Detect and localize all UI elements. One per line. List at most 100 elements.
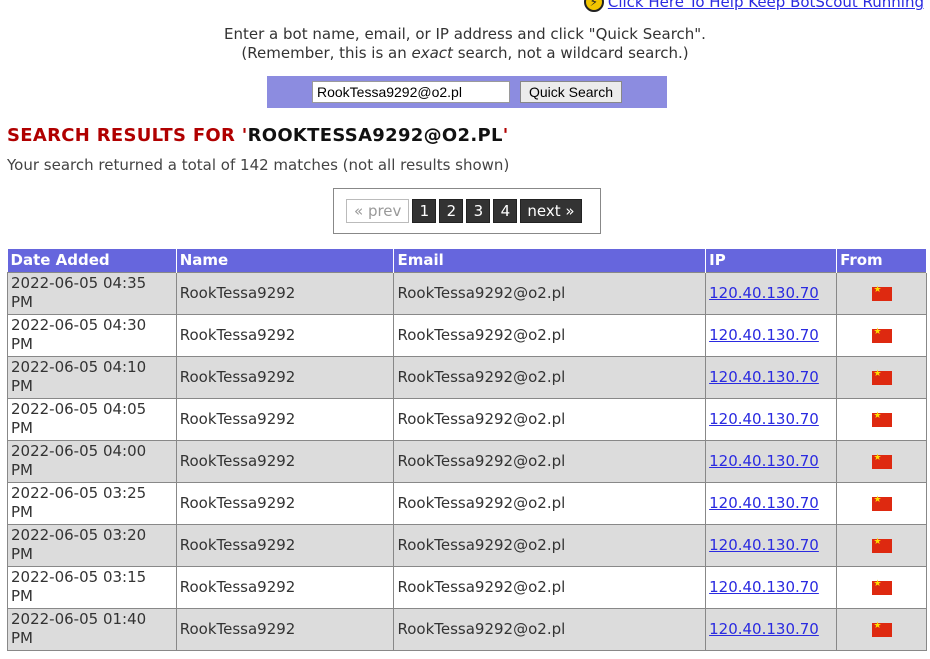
cell-ip: 120.40.130.70 xyxy=(705,439,838,483)
page-1-button[interactable]: 1 xyxy=(412,199,437,223)
instructions-line-2-end: search, not a wildcard search.) xyxy=(452,44,689,62)
instructions-line-1: Enter a bot name, email, or IP address a… xyxy=(224,25,706,43)
header-ip[interactable]: IP xyxy=(705,249,838,272)
ip-link[interactable]: 120.40.130.70 xyxy=(709,452,819,470)
instructions-line-2-start: (Remember, this is an xyxy=(241,44,412,62)
china-flag-icon xyxy=(871,579,892,595)
china-flag-icon xyxy=(871,453,892,469)
table-row: 2022-06-05 01:40 PM RookTessa9292 RookTess… xyxy=(7,607,927,651)
table-row: 2022-06-05 03:25 PM RookTessa9292 RookTess… xyxy=(7,481,927,525)
cell-from xyxy=(836,271,927,315)
pagination: « prev 1 2 3 4 next » xyxy=(333,188,601,234)
cell-from xyxy=(836,439,927,483)
quick-search-button[interactable]: Quick Search xyxy=(519,81,623,103)
page-4-button[interactable]: 4 xyxy=(493,199,518,223)
cell-date-added: 2022-06-05 03:25 PM xyxy=(7,481,177,525)
ip-link[interactable]: 120.40.130.70 xyxy=(709,326,819,344)
china-flag-icon xyxy=(871,369,892,385)
cell-name: RookTessa9292 xyxy=(175,481,395,525)
search-instructions: Enter a bot name, email, or IP address a… xyxy=(0,25,930,63)
results-title-query: ROOKTESSA9292@O2.PL xyxy=(247,125,503,146)
results-table: Date Added Name Email IP From 2022-06-05… xyxy=(7,249,927,651)
cell-name: RookTessa9292 xyxy=(175,439,395,483)
cell-email: RookTessa9292@o2.pl xyxy=(393,313,707,357)
header-date-added[interactable]: Date Added xyxy=(7,249,177,272)
cell-email: RookTessa9292@o2.pl xyxy=(393,355,707,399)
china-flag-icon xyxy=(871,621,892,637)
page-2-button[interactable]: 2 xyxy=(439,199,464,223)
results-summary: Your search returned a total of 142 matc… xyxy=(7,156,510,174)
page-3-button[interactable]: 3 xyxy=(466,199,491,223)
header-email[interactable]: Email xyxy=(393,249,707,272)
cell-email: RookTessa9292@o2.pl xyxy=(393,565,707,609)
cell-from xyxy=(836,355,927,399)
search-bar: Quick Search xyxy=(267,76,667,108)
table-row: 2022-06-05 04:05 PM RookTessa9292 RookTess… xyxy=(7,397,927,441)
cell-ip: 120.40.130.70 xyxy=(705,397,838,441)
ip-link[interactable]: 120.40.130.70 xyxy=(709,620,819,638)
cell-from xyxy=(836,397,927,441)
ip-link[interactable]: 120.40.130.70 xyxy=(709,578,819,596)
cell-name: RookTessa9292 xyxy=(175,523,395,567)
table-row: 2022-06-05 03:15 PM RookTessa9292 RookTess… xyxy=(7,565,927,609)
cell-date-added: 2022-06-05 03:15 PM xyxy=(7,565,177,609)
instructions-emphasis: exact xyxy=(411,44,453,62)
china-flag-icon xyxy=(871,537,892,553)
china-flag-icon xyxy=(871,495,892,511)
cell-ip: 120.40.130.70 xyxy=(705,607,838,651)
cell-from xyxy=(836,481,927,525)
cell-name: RookTessa9292 xyxy=(175,313,395,357)
cell-date-added: 2022-06-05 04:30 PM xyxy=(7,313,177,357)
search-input[interactable] xyxy=(311,81,510,103)
ip-link[interactable]: 120.40.130.70 xyxy=(709,410,819,428)
cell-email: RookTessa9292@o2.pl xyxy=(393,271,707,315)
cell-date-added: 2022-06-05 01:40 PM xyxy=(7,607,177,651)
table-header-row: Date Added Name Email IP From xyxy=(7,249,927,272)
cell-name: RookTessa9292 xyxy=(175,607,395,651)
table-row: 2022-06-05 04:30 PM RookTessa9292 RookTess… xyxy=(7,313,927,357)
results-title-label: SEARCH RESULTS FOR ' xyxy=(7,125,248,146)
lightning-bolt-icon: ⚡ xyxy=(583,0,604,12)
support-banner: ⚡ Click Here To Help Keep BotScout Runni… xyxy=(583,0,924,12)
header-name[interactable]: Name xyxy=(176,249,395,272)
cell-from xyxy=(836,313,927,357)
instructions-line-2: (Remember, this is an exact search, not … xyxy=(0,44,930,63)
results-title-end: ' xyxy=(502,125,509,146)
header-from[interactable]: From xyxy=(836,249,927,272)
cell-from xyxy=(836,523,927,567)
cell-email: RookTessa9292@o2.pl xyxy=(393,523,707,567)
cell-ip: 120.40.130.70 xyxy=(705,313,838,357)
cell-name: RookTessa9292 xyxy=(175,565,395,609)
cell-email: RookTessa9292@o2.pl xyxy=(393,397,707,441)
cell-email: RookTessa9292@o2.pl xyxy=(393,439,707,483)
table-row: 2022-06-05 04:00 PM RookTessa9292 RookTess… xyxy=(7,439,927,483)
cell-ip: 120.40.130.70 xyxy=(705,523,838,567)
ip-link[interactable]: 120.40.130.70 xyxy=(709,368,819,386)
ip-link[interactable]: 120.40.130.70 xyxy=(709,494,819,512)
prev-page-button[interactable]: « prev xyxy=(346,199,410,223)
next-page-button[interactable]: next » xyxy=(520,199,582,223)
cell-from xyxy=(836,565,927,609)
ip-link[interactable]: 120.40.130.70 xyxy=(709,536,819,554)
cell-ip: 120.40.130.70 xyxy=(705,565,838,609)
results-title: SEARCH RESULTS FOR 'ROOKTESSA9292@O2.PL' xyxy=(7,125,509,146)
cell-date-added: 2022-06-05 03:20 PM xyxy=(7,523,177,567)
cell-ip: 120.40.130.70 xyxy=(705,481,838,525)
china-flag-icon xyxy=(871,285,892,301)
cell-ip: 120.40.130.70 xyxy=(705,355,838,399)
cell-name: RookTessa9292 xyxy=(175,355,395,399)
cell-email: RookTessa9292@o2.pl xyxy=(393,607,707,651)
ip-link[interactable]: 120.40.130.70 xyxy=(709,284,819,302)
cell-from xyxy=(836,607,927,651)
cell-date-added: 2022-06-05 04:35 PM xyxy=(7,271,177,315)
cell-name: RookTessa9292 xyxy=(175,397,395,441)
support-link[interactable]: Click Here To Help Keep BotScout Running xyxy=(608,0,924,11)
table-row: 2022-06-05 04:10 PM RookTessa9292 RookTess… xyxy=(7,355,927,399)
table-row: 2022-06-05 04:35 PM RookTessa9292 RookTess… xyxy=(7,271,927,315)
cell-date-added: 2022-06-05 04:00 PM xyxy=(7,439,177,483)
cell-ip: 120.40.130.70 xyxy=(705,271,838,315)
cell-date-added: 2022-06-05 04:10 PM xyxy=(7,355,177,399)
cell-email: RookTessa9292@o2.pl xyxy=(393,481,707,525)
cell-name: RookTessa9292 xyxy=(175,271,395,315)
china-flag-icon xyxy=(871,327,892,343)
